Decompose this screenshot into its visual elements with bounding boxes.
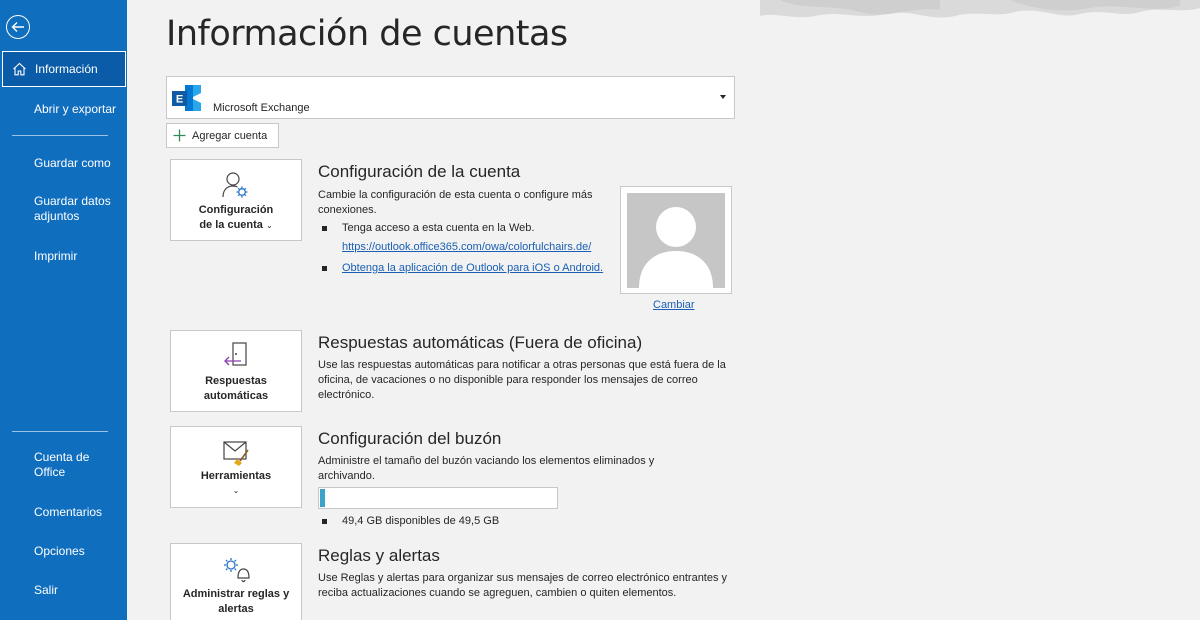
avatar-placeholder-icon: [639, 207, 713, 288]
mailbox-settings-description: Administre el tamaño del buzón vaciando …: [318, 455, 655, 482]
account-settings-button[interactable]: Configuración de la cuenta ⌄: [170, 159, 302, 241]
nav-item-label: Opciones: [34, 544, 85, 558]
exchange-logo-icon: E: [172, 85, 201, 111]
nav-item-label: Guardar datos adjuntos: [34, 194, 111, 223]
automatic-replies-label: Respuestas automáticas: [203, 375, 269, 402]
account-settings-label: Configuración de la cuenta ⌄: [198, 204, 274, 231]
nav-item-comentarios[interactable]: Comentarios: [0, 505, 127, 520]
nav-item-label: Comentarios: [34, 505, 103, 519]
rules-alerts-icon: [224, 558, 250, 583]
chevron-down-icon: ⌄: [265, 221, 273, 230]
chevron-down-icon: ⌄: [232, 486, 240, 495]
nav-item-imprimir[interactable]: Imprimir: [0, 249, 127, 264]
manage-rules-label: Administrar reglas y alertas: [182, 588, 290, 615]
nav-item-cuenta-office[interactable]: Cuenta de Office: [0, 450, 100, 480]
mailbox-broom-icon: [223, 441, 249, 466]
nav-item-opciones[interactable]: Opciones: [0, 544, 127, 559]
automatic-replies-title: Respuestas automáticas (Fuera de oficina…: [318, 333, 643, 352]
nav-item-abrir-exportar[interactable]: Abrir y exportar: [0, 102, 127, 117]
back-button[interactable]: [6, 15, 30, 39]
account-settings-description: Cambie la configuración de esta cuenta o…: [318, 189, 593, 216]
background-decoration: [760, 0, 1200, 18]
account-name: Microsoft Exchange: [213, 102, 310, 114]
automatic-replies-description: Use las respuestas automáticas para noti…: [318, 359, 726, 401]
rules-alerts-description: Use Reglas y alertas para organizar sus …: [318, 572, 728, 599]
tools-label: Herramientas: [200, 470, 272, 482]
svg-text:E: E: [176, 94, 183, 106]
web-access-text: Tenga acceso a esta cuenta en la Web.: [342, 222, 535, 234]
nav-item-label: Información: [35, 61, 98, 76]
nav-item-guardar-como[interactable]: Guardar como: [0, 156, 127, 171]
profile-photo: [620, 186, 732, 294]
back-arrow-icon: [11, 22, 24, 32]
outlook-app-link[interactable]: Obtenga la aplicación de Outlook para iO…: [342, 261, 603, 276]
automatic-replies-button[interactable]: Respuestas automáticas: [170, 330, 302, 412]
sidebar-divider: [12, 135, 108, 136]
account-settings-title: Configuración de la cuenta: [318, 162, 521, 181]
mailbox-settings-title: Configuración del buzón: [318, 429, 502, 448]
mailbox-usage-fill: [320, 489, 325, 507]
home-icon: [13, 62, 26, 76]
plus-icon: [173, 129, 186, 142]
nav-item-label: Imprimir: [34, 249, 78, 263]
nav-item-informacion[interactable]: Información: [2, 51, 126, 87]
backstage-sidebar: Información Abrir y exportar Guardar com…: [0, 0, 127, 620]
add-account-label: Agregar cuenta: [192, 129, 268, 142]
nav-item-label: Salir: [34, 583, 59, 597]
door-arrow-icon: [224, 342, 247, 366]
nav-item-label: Abrir y exportar: [34, 102, 117, 116]
nav-item-guardar-adjuntos[interactable]: Guardar datos adjuntos: [0, 194, 120, 224]
storage-text: 49,4 GB disponibles de 49,5 GB: [342, 515, 500, 527]
sidebar-divider: [12, 431, 108, 432]
rules-alerts-title: Reglas y alertas: [318, 546, 440, 565]
change-photo-link[interactable]: Cambiar: [653, 299, 695, 311]
chevron-down-icon: [720, 95, 726, 99]
nav-item-label: Guardar como: [34, 156, 111, 170]
manage-rules-button[interactable]: Administrar reglas y alertas: [170, 543, 302, 620]
nav-item-salir[interactable]: Salir: [0, 583, 127, 598]
add-account-button[interactable]: Agregar cuenta: [166, 123, 279, 148]
mailbox-usage-bar: [318, 487, 558, 509]
page-title: Información de cuentas: [166, 14, 568, 54]
owa-link[interactable]: https://outlook.office365.com/owa/colorf…: [342, 240, 591, 255]
tools-button[interactable]: Herramientas ⌄: [170, 426, 302, 508]
nav-item-label: Cuenta de Office: [34, 450, 90, 479]
account-selector[interactable]: E Microsoft Exchange: [166, 76, 735, 119]
user-settings-icon: [222, 172, 248, 198]
